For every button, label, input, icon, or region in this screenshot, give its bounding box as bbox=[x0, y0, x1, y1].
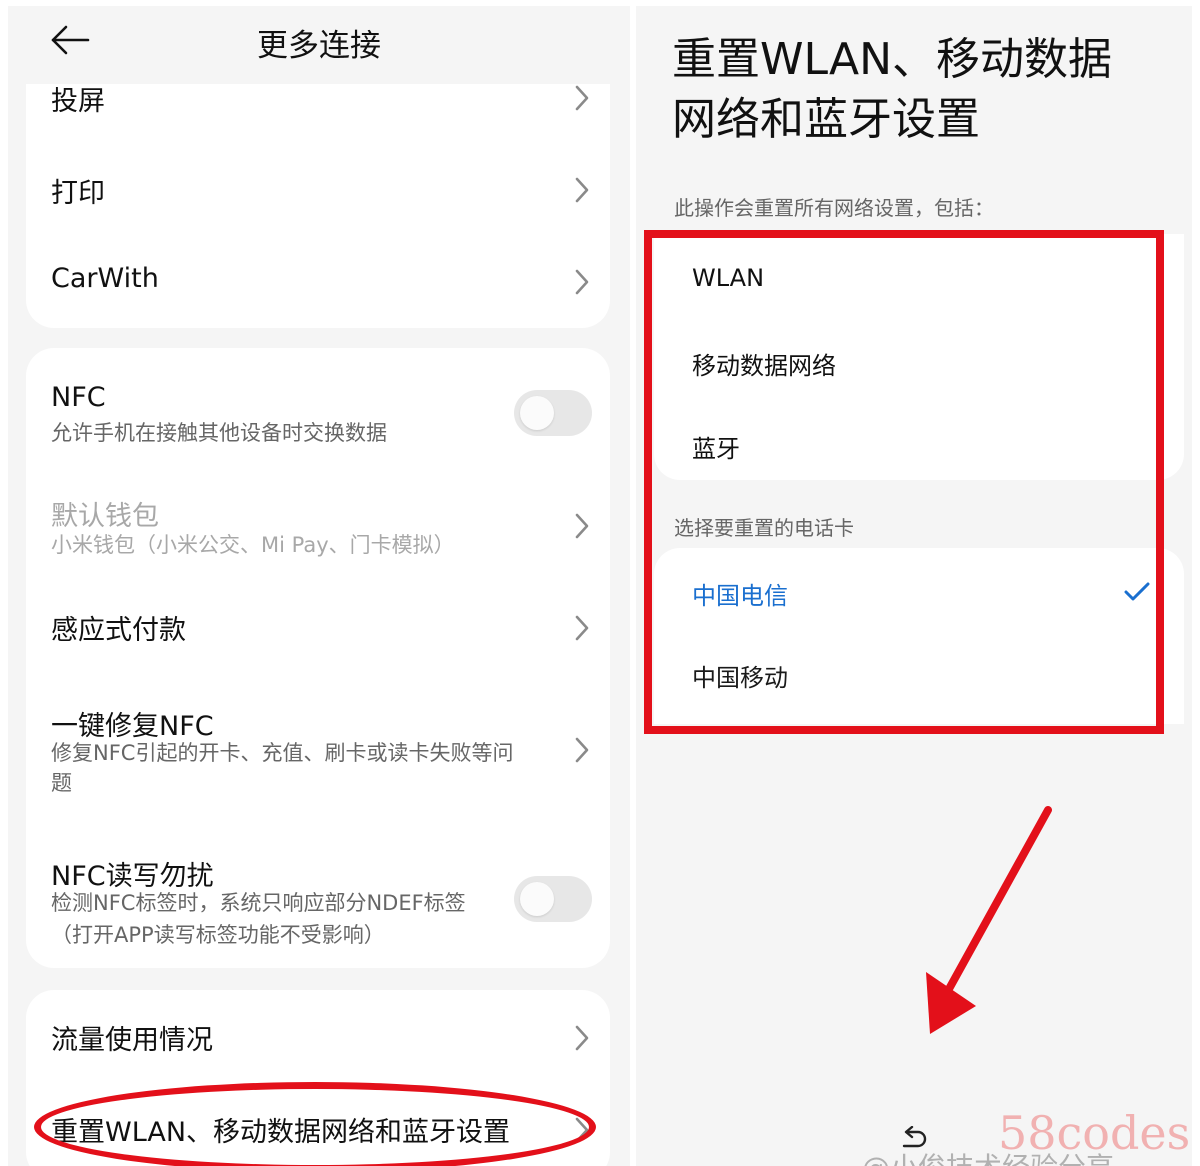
list-item-default-wallet[interactable]: 默认钱包 小米钱包（小米公交、Mi Pay、门卡模拟） bbox=[26, 474, 610, 580]
nfc-dnd-toggle[interactable] bbox=[514, 876, 592, 922]
carwith-label: CarWith bbox=[51, 263, 159, 294]
card-data: 流量使用情况 重置WLAN、移动数据网络和蓝牙设置 bbox=[26, 990, 610, 1166]
sim-list: 中国电信 中国移动 bbox=[654, 548, 1184, 724]
card-connections: 投屏 打印 CarWith bbox=[26, 66, 610, 328]
chevron-right-icon bbox=[575, 177, 589, 203]
print-label: 打印 bbox=[51, 178, 105, 209]
chevron-right-icon bbox=[575, 615, 589, 641]
reset-item-mobile-data: 移动数据网络 bbox=[692, 352, 836, 380]
repair-nfc-subtitle-2: 题 bbox=[51, 771, 72, 795]
chevron-right-icon bbox=[575, 1025, 589, 1051]
reset-item-wlan: WLAN bbox=[692, 264, 765, 292]
list-item-tap-pay[interactable]: 感应式付款 bbox=[26, 586, 610, 674]
left-screen: 投屏 打印 CarWith 更多连接 NFC 允许手机在接触其他设备时交换数据 … bbox=[8, 6, 630, 1166]
list-item-print[interactable]: 打印 bbox=[26, 146, 610, 238]
wallet-subtitle: 小米钱包（小米公交、Mi Pay、门卡模拟） bbox=[51, 533, 455, 557]
title-line-1: 重置WLAN、移动数据 bbox=[672, 34, 1113, 85]
tap-pay-label: 感应式付款 bbox=[51, 615, 186, 646]
list-item-nfc-dnd[interactable]: NFC读写勿扰 检测NFC标签时，系统只响应部分NDEF标签 （打开APP读写标… bbox=[26, 834, 610, 954]
nfc-dnd-subtitle-2: （打开APP读写标签功能不受影响） bbox=[51, 923, 385, 947]
reset-description: 此操作会重置所有网络设置，包括： bbox=[674, 196, 994, 220]
top-bar: 更多连接 bbox=[8, 6, 630, 84]
card-nfc: NFC 允许手机在接触其他设备时交换数据 默认钱包 小米钱包（小米公交、Mi P… bbox=[26, 348, 610, 968]
nfc-subtitle: 允许手机在接触其他设备时交换数据 bbox=[51, 421, 387, 445]
title-line-2: 网络和蓝牙设置 bbox=[672, 94, 980, 145]
red-arrow-annotation bbox=[926, 806, 1052, 1034]
list-item-data-usage[interactable]: 流量使用情况 bbox=[26, 990, 610, 1082]
reset-network-label: 重置WLAN、移动数据网络和蓝牙设置 bbox=[51, 1117, 511, 1148]
sim-section-label: 选择要重置的电话卡 bbox=[674, 516, 854, 540]
list-item-carwith[interactable]: CarWith bbox=[26, 238, 610, 330]
reset-items-card: WLAN 移动数据网络 蓝牙 bbox=[654, 234, 1184, 480]
toggle-knob bbox=[520, 882, 554, 916]
repair-nfc-subtitle-1: 修复NFC引起的开卡、充值、刷卡或读卡失败等问 bbox=[51, 741, 514, 765]
toggle-knob bbox=[520, 396, 554, 430]
reset-page-title: 重置WLAN、移动数据 网络和蓝牙设置 bbox=[672, 30, 1172, 150]
right-screen: 重置WLAN、移动数据 网络和蓝牙设置 此操作会重置所有网络设置，包括： WLA… bbox=[636, 6, 1192, 1166]
chevron-right-icon bbox=[575, 1117, 589, 1143]
nfc-toggle[interactable] bbox=[514, 390, 592, 436]
sim-option-mobile[interactable]: 中国移动 bbox=[692, 658, 788, 693]
chevron-right-icon bbox=[575, 513, 589, 539]
watermark-author: @小俊技术经验分享 bbox=[862, 1146, 1114, 1166]
page-title: 更多连接 bbox=[257, 28, 381, 64]
list-item-nfc[interactable]: NFC 允许手机在接触其他设备时交换数据 bbox=[26, 358, 610, 468]
sim-option-telecom[interactable]: 中国电信 bbox=[692, 576, 788, 611]
wallet-title: 默认钱包 bbox=[51, 501, 159, 532]
checkmark-icon bbox=[1124, 582, 1150, 601]
reset-item-bluetooth: 蓝牙 bbox=[692, 435, 740, 463]
chevron-right-icon bbox=[575, 269, 589, 295]
chevron-right-icon bbox=[575, 85, 589, 111]
list-item-repair-nfc[interactable]: 一键修复NFC 修复NFC引起的开卡、充值、刷卡或读卡失败等问 题 bbox=[26, 684, 610, 814]
nfc-title: NFC bbox=[51, 382, 106, 413]
cast-label: 投屏 bbox=[51, 86, 105, 117]
chevron-right-icon bbox=[575, 737, 589, 763]
data-usage-label: 流量使用情况 bbox=[51, 1025, 213, 1056]
nfc-dnd-subtitle-1: 检测NFC标签时，系统只响应部分NDEF标签 bbox=[51, 891, 466, 915]
list-item-reset-network[interactable]: 重置WLAN、移动数据网络和蓝牙设置 bbox=[26, 1082, 610, 1166]
